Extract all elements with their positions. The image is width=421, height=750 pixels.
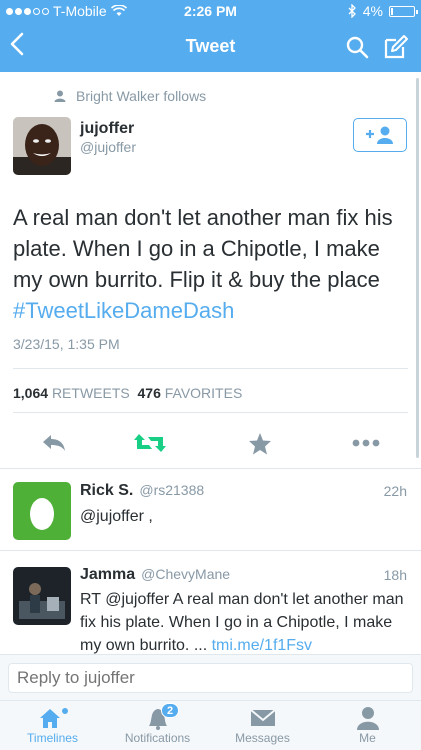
- retweets-count[interactable]: 1,064: [13, 385, 48, 401]
- reply-avatar[interactable]: [13, 482, 71, 540]
- default-egg-avatar: [13, 482, 71, 540]
- reply-text: RT @jujoffer A real man don't let anothe…: [80, 588, 406, 657]
- bluetooth-icon: [348, 4, 356, 18]
- reply-name: Rick S.: [80, 482, 134, 499]
- nav-bar: Tweet: [0, 22, 421, 72]
- tweet-stats: 1,064 RETWEETS 476 FAVORITES: [13, 385, 242, 401]
- retweets-label[interactable]: RETWEETS: [52, 385, 130, 401]
- favorite-button[interactable]: [240, 428, 280, 458]
- hashtag-link[interactable]: #TweetLikeDameDash: [13, 298, 234, 323]
- reply-handle: @rs21388: [139, 482, 205, 498]
- follows-text: Bright Walker follows: [76, 88, 207, 104]
- scrollbar[interactable]: [416, 78, 419, 458]
- top-bar: T-Mobile 2:26 PM 4% Tweet: [0, 0, 421, 72]
- tab-label: Messages: [235, 731, 290, 745]
- tab-timelines[interactable]: Timelines: [0, 705, 105, 749]
- person-icon: [356, 707, 379, 730]
- social-context: Bright Walker follows: [54, 88, 206, 104]
- tab-notifications[interactable]: 2 Notifications: [105, 703, 210, 749]
- divider: [13, 368, 408, 369]
- reply-input[interactable]: [8, 663, 413, 693]
- more-dots-icon: [352, 439, 380, 447]
- compose-icon: [384, 35, 408, 59]
- tweet-actions: [0, 428, 421, 458]
- tab-label: Timelines: [27, 731, 78, 745]
- favorites-label[interactable]: FAVORITES: [165, 385, 243, 401]
- star-icon: [249, 432, 271, 454]
- follow-button[interactable]: [353, 118, 407, 152]
- avatar-photo: [13, 117, 71, 175]
- reply-tweet[interactable]: Rick S. @rs21388 22h @jujoffer ,: [0, 468, 421, 550]
- battery-percent: 4%: [362, 3, 383, 19]
- retweet-icon: [134, 434, 166, 452]
- search-icon: [346, 36, 369, 59]
- tweet-body: A real man don't let another man fix his…: [13, 205, 393, 292]
- tweet-timestamp: 3/23/15, 1:35 PM: [13, 336, 120, 352]
- person-icon: [54, 90, 66, 102]
- retweet-button[interactable]: [130, 428, 170, 458]
- battery-icon: [389, 5, 418, 17]
- reply-button[interactable]: [34, 428, 74, 458]
- status-right: 4%: [348, 3, 418, 19]
- notification-badge: 2: [161, 703, 180, 718]
- avatar-photo: [13, 567, 71, 625]
- reply-link[interactable]: tmi.me/1f1Fsv: [212, 637, 312, 654]
- tab-label: Notifications: [124, 731, 191, 745]
- reply-icon: [43, 435, 65, 451]
- author-name[interactable]: jujoffer: [80, 120, 134, 138]
- tab-messages[interactable]: Messages: [210, 705, 315, 749]
- reply-tweet[interactable]: Jamma @ChevyMane 18h RT @jujoffer A real …: [0, 550, 421, 654]
- reply-avatar[interactable]: [13, 567, 71, 625]
- favorites-count[interactable]: 476: [138, 385, 161, 401]
- compose-button[interactable]: [383, 34, 409, 60]
- reply-time: 22h: [383, 483, 407, 499]
- add-user-icon: [366, 126, 393, 144]
- reply-author[interactable]: Jamma @ChevyMane: [80, 566, 230, 584]
- home-icon: [39, 708, 68, 728]
- envelope-icon: [249, 709, 276, 726]
- reply-time: 18h: [383, 567, 407, 583]
- reply-author[interactable]: Rick S. @rs21388: [80, 482, 204, 500]
- author-handle[interactable]: @jujoffer: [80, 139, 136, 155]
- search-button[interactable]: [345, 35, 369, 59]
- tweet-text: A real man don't let another man fix his…: [13, 202, 408, 326]
- reply-handle: @ChevyMane: [141, 566, 231, 582]
- reply-bar: [0, 654, 421, 700]
- tab-label: Me: [359, 731, 376, 745]
- reply-text: @jujoffer ,: [80, 508, 153, 525]
- reply-name: Jamma: [80, 566, 136, 583]
- divider: [13, 412, 408, 413]
- author-avatar[interactable]: [13, 117, 71, 175]
- tab-me[interactable]: Me: [315, 705, 420, 749]
- status-bar: T-Mobile 2:26 PM 4%: [0, 0, 421, 22]
- more-button[interactable]: [346, 428, 386, 458]
- tab-bar: Timelines 2 Notifications Messages Me: [0, 700, 421, 750]
